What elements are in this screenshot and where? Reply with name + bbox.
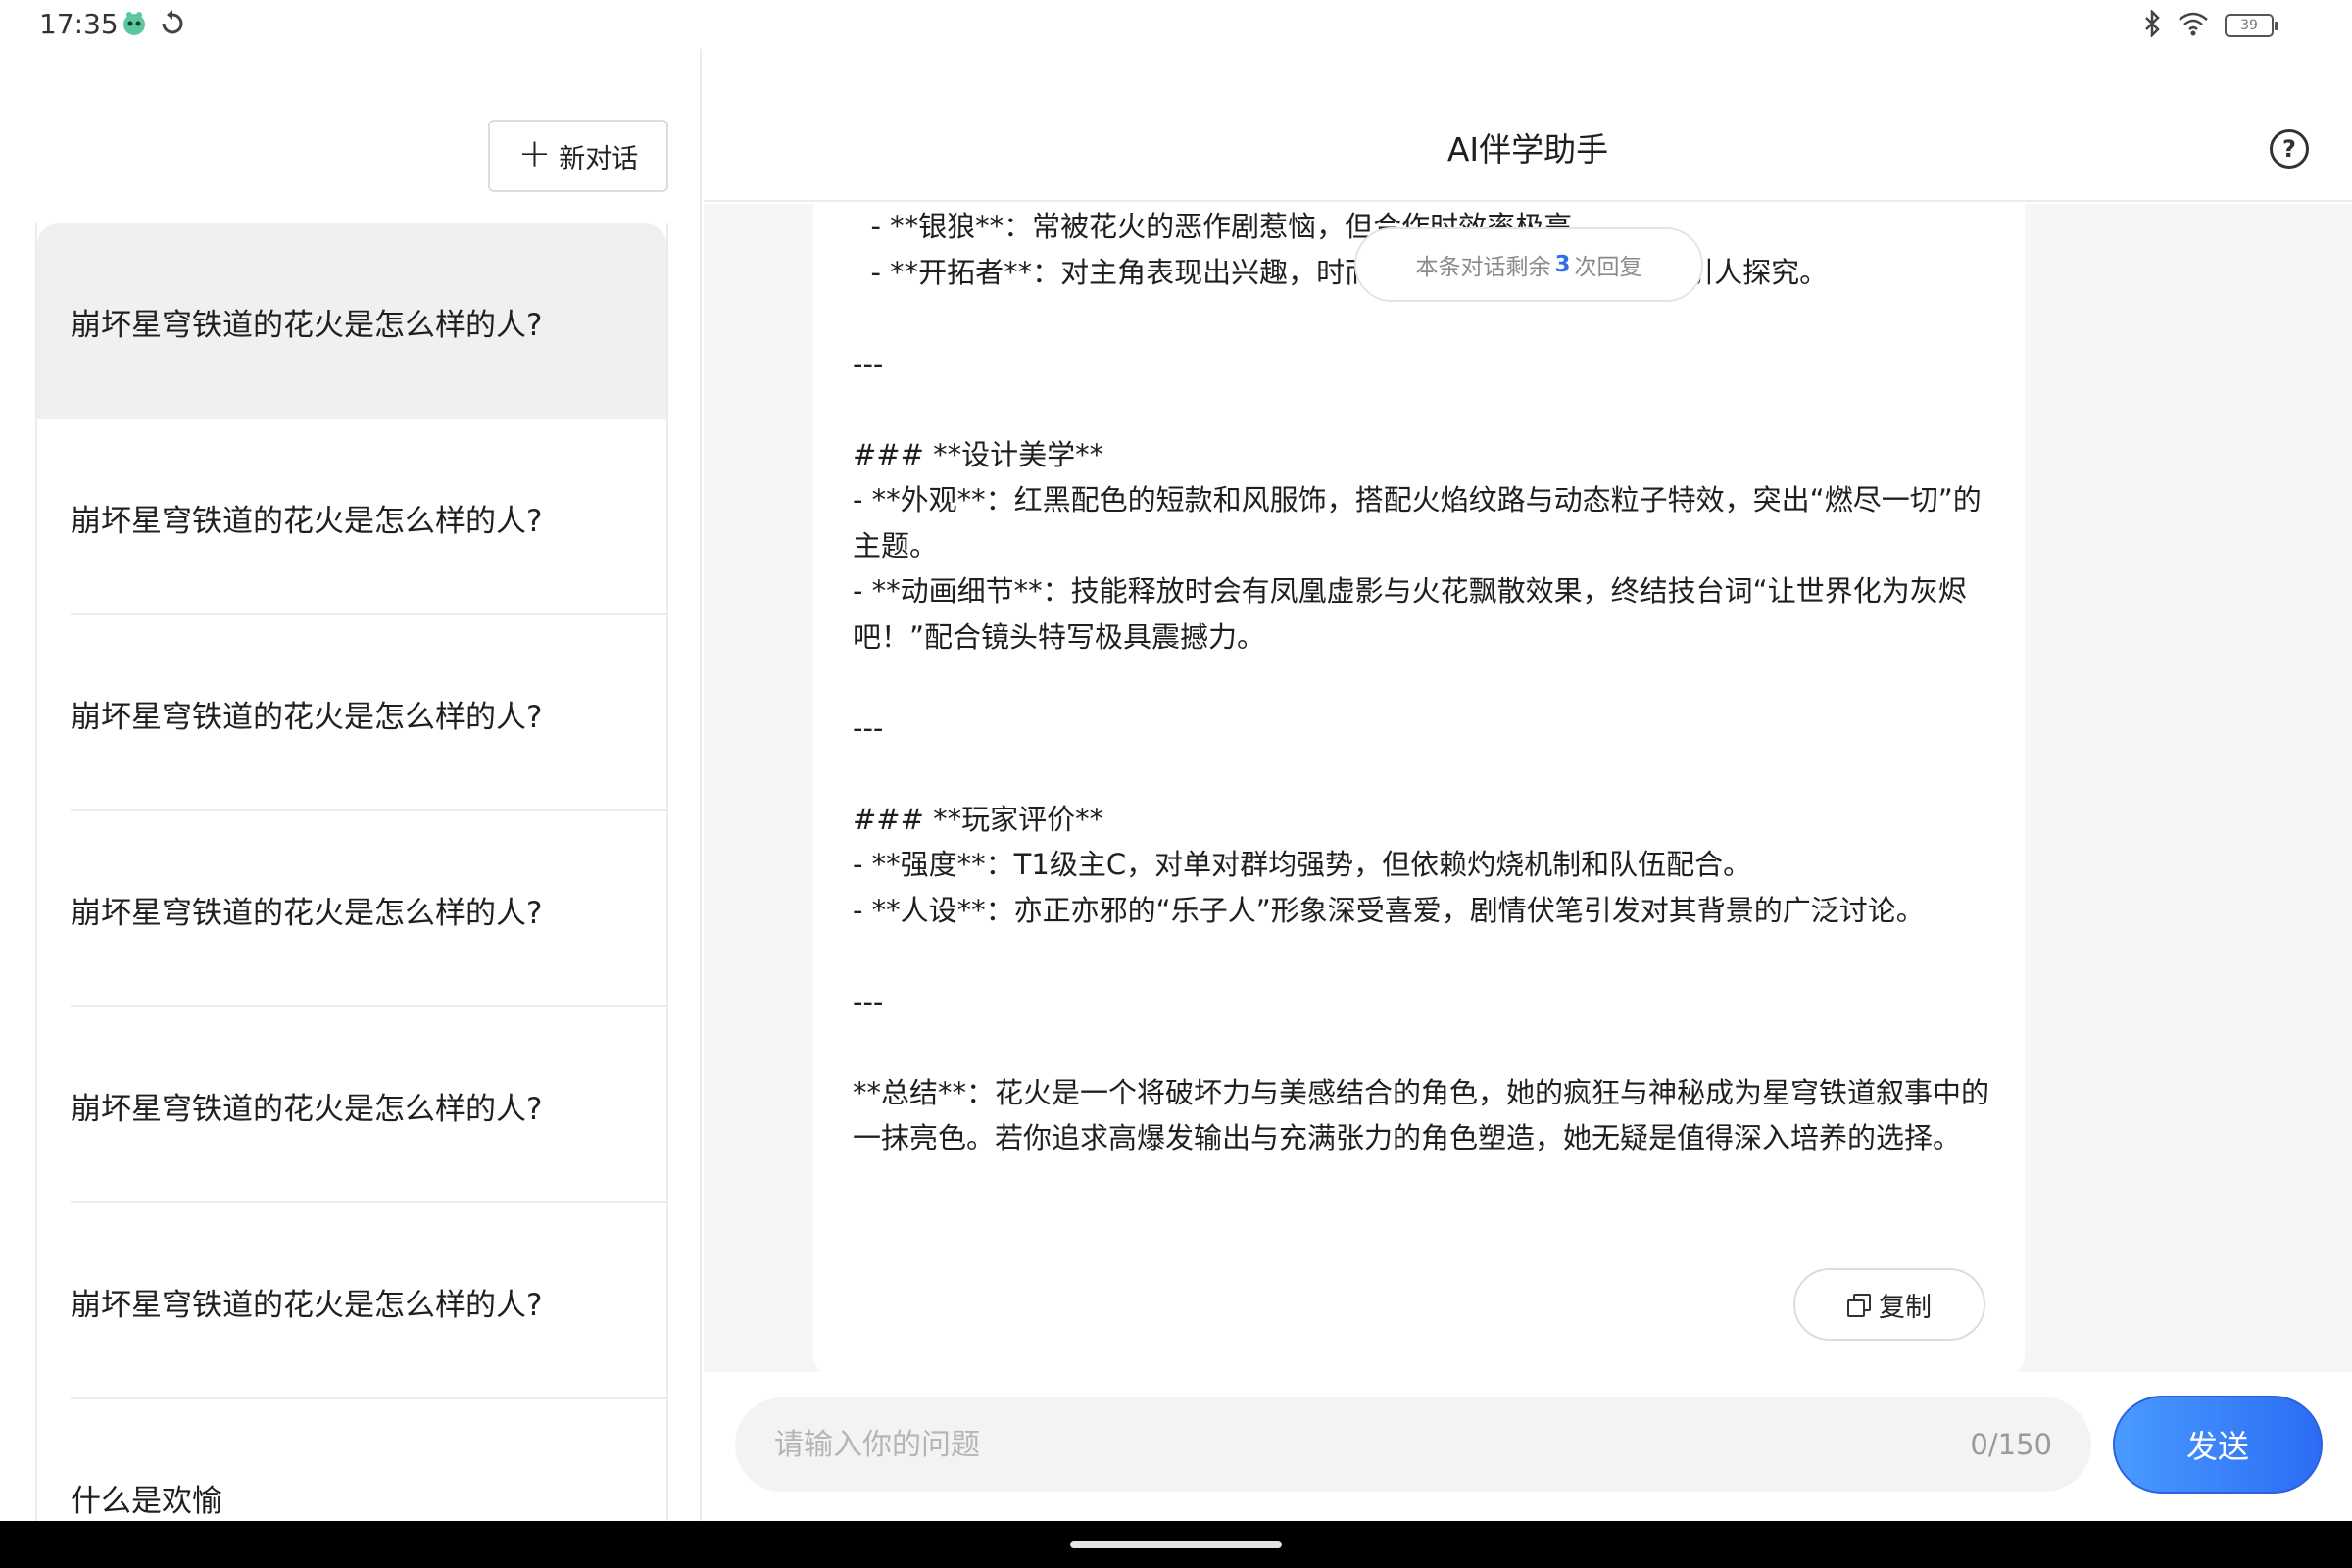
system-nav-bar <box>0 1521 2352 1568</box>
char-counter: 0/150 <box>1970 1428 2052 1461</box>
remaining-prefix: 本条对话剩余 <box>1415 255 1551 280</box>
remaining-suffix: 次回复 <box>1574 255 1642 280</box>
send-button[interactable]: 发送 <box>2113 1396 2323 1494</box>
conversation-item[interactable]: 什么是欢愉 <box>37 1399 666 1521</box>
page-title: AI伴学助手 <box>1446 130 1609 169</box>
remaining-count: 3 <box>1554 252 1571 277</box>
new-chat-button[interactable]: + 新对话 <box>488 120 668 192</box>
conversation-title: 崩坏星穹铁道的花火是怎么样的人? <box>71 1091 543 1127</box>
refresh-icon <box>159 9 186 42</box>
conversation-title: 崩坏星穹铁道的花火是怎么样的人? <box>71 895 543 931</box>
conversation-title: 什么是欢愉 <box>71 1483 222 1519</box>
conversation-title: 崩坏星穹铁道的花火是怎么样的人? <box>71 307 543 343</box>
conversation-item[interactable]: 崩坏星穹铁道的花火是怎么样的人? <box>37 615 666 811</box>
conversation-item[interactable]: 崩坏星穹铁道的花火是怎么样的人? <box>37 419 666 615</box>
sidebar: + 新对话 崩坏星穹铁道的花火是怎么样的人? 崩坏星穹铁道的花火是怎么样的人? … <box>0 49 702 1521</box>
status-time: 17:35 <box>39 8 119 40</box>
conversation-title: 崩坏星穹铁道的花火是怎么样的人? <box>71 503 543 539</box>
question-input-container[interactable]: 0/150 <box>735 1397 2091 1492</box>
new-chat-label: 新对话 <box>559 143 639 174</box>
input-area: 0/150 发送 <box>704 1372 2352 1521</box>
assistant-message-text: - **银狼**：常被花火的恶作剧惹恼，但合作时效率极高。 - **开拓者**：… <box>853 210 1990 1154</box>
copy-button[interactable]: 复制 <box>1793 1268 1985 1341</box>
chat-area[interactable]: - **银狼**：常被花火的恶作剧惹恼，但合作时效率极高。 - **开拓者**：… <box>704 204 2352 1372</box>
home-gesture-handle[interactable] <box>1070 1541 1282 1548</box>
conversation-title: 崩坏星穹铁道的花火是怎么样的人? <box>71 699 543 735</box>
remaining-replies-badge: 本条对话剩余 3 次回复 <box>1354 227 1703 302</box>
plus-icon: + <box>517 131 552 176</box>
header: AI伴学助手 ? <box>704 49 2352 202</box>
status-bar: 17:35 39 <box>0 0 2352 49</box>
question-input[interactable] <box>774 1427 1971 1462</box>
copy-icon <box>1847 1294 1871 1317</box>
wifi-icon <box>2178 10 2209 41</box>
conversation-item-active[interactable]: 崩坏星穹铁道的花火是怎么样的人? <box>37 223 666 419</box>
bluetooth-icon <box>2142 8 2162 41</box>
copy-label: 复制 <box>1879 1292 1932 1323</box>
assistant-message-bubble: - **银狼**：常被花火的恶作剧惹恼，但合作时效率极高。 - **开拓者**：… <box>813 204 2025 1372</box>
battery-icon: 39 <box>2225 14 2278 37</box>
main-panel: AI伴学助手 ? - **银狼**：常被花火的恶作剧惹恼，但合作时效率极高。 -… <box>704 49 2352 1521</box>
gecko-icon <box>120 9 149 42</box>
conversation-item[interactable]: 崩坏星穹铁道的花火是怎么样的人? <box>37 1203 666 1399</box>
help-icon[interactable]: ? <box>2270 129 2309 169</box>
battery-level: 39 <box>2240 18 2258 33</box>
conversation-item[interactable]: 崩坏星穹铁道的花火是怎么样的人? <box>37 811 666 1007</box>
conversation-list: 崩坏星穹铁道的花火是怎么样的人? 崩坏星穹铁道的花火是怎么样的人? 崩坏星穹铁道… <box>35 223 668 1521</box>
conversation-title: 崩坏星穹铁道的花火是怎么样的人? <box>71 1287 543 1323</box>
conversation-item[interactable]: 崩坏星穹铁道的花火是怎么样的人? <box>37 1007 666 1203</box>
